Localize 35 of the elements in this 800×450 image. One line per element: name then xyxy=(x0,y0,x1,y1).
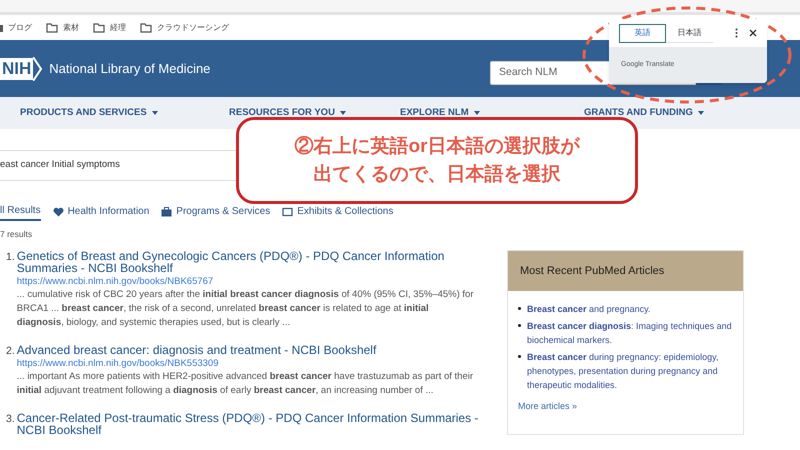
result-title-link[interactable]: Genetics of Breast and Gynecologic Cancers (PDQ®) - PDQ Cancer Information Summaries - NCBI Bookshelf xyxy=(16,250,480,274)
result-snippet: ... important As more patients with HER2-positive advanced breast cancer have trastuzumab as part of their initial adjuvant treatment following a diagnosis of early breast cancer, an increasing number of ... xyxy=(16,370,474,398)
filter-tab[interactable]: ll Results xyxy=(0,202,41,221)
more-articles-link[interactable]: More articles » xyxy=(518,400,578,414)
nav-menu[interactable]: EXPLORE NLM xyxy=(400,106,584,120)
bookmark-label[interactable]: ブログ xyxy=(8,22,32,34)
site-title: National Library of Medicine xyxy=(49,60,210,78)
nav-menu[interactable]: PRODUCTS AND SERVICES xyxy=(20,106,229,120)
list-number: 1. xyxy=(6,250,15,265)
bookmark-label[interactable]: 経理 xyxy=(110,22,126,34)
filter-tab[interactable]: Health Information xyxy=(52,202,150,221)
result-url-link[interactable]: https://www.ncbi.nlm.nih.gov/books/NBK553309 xyxy=(16,356,480,370)
nav-menu[interactable]: GRANTS AND FUNDING xyxy=(584,106,744,120)
result-snippet: ... cumulative risk of CBC 20 years after the initial breast cancer diagnosis of 40% (95% CI, 35%–45%) for BRCA1 ... breast cancer, the risk of a second, unrelated breast cancer is related to age at initial diagnosis, biology, and systemic therapies used, but is clearly ... xyxy=(16,288,474,330)
result-count: 7 results xyxy=(0,228,34,241)
result-url-link[interactable]: https://www.ncbi.nlm.nih.gov/books/NBK65767 xyxy=(16,274,480,288)
list-number: 2. xyxy=(6,344,15,359)
list-number: 3. xyxy=(6,412,15,427)
bookmark-label[interactable]: 素材 xyxy=(63,22,79,34)
result-title-link[interactable]: Advanced breast cancer: diagnosis and treatment - NCBI Bookshelf xyxy=(16,344,480,356)
article-link[interactable]: Breast cancer and pregnancy. xyxy=(527,302,650,316)
article-link[interactable]: Breast cancer diagnosis: Imaging techniques and biochemical markers. xyxy=(527,318,735,347)
article-link[interactable]: Breast cancer during pregnancy: epidemiology, phenotypes, presentation during pregnancy and therapeutic modalities. xyxy=(527,350,735,392)
language-tab[interactable]: 日本語 xyxy=(666,24,713,42)
panel-title: Most Recent PubMed Articles xyxy=(520,264,664,278)
callout-text: ②右上に英語or日本語の選択肢が xyxy=(294,134,580,158)
callout-text: 出てくるので、日本語を選択 xyxy=(314,162,560,186)
nav-menu[interactable]: RESOURCES FOR YOU xyxy=(229,106,400,120)
bookmark-label[interactable]: クラウドソーシング xyxy=(157,22,229,34)
result-title-link[interactable]: Cancer-Related Post-traumatic Stress (PDQ®) - PDQ Cancer Information Summaries - NCBI Bookshelf xyxy=(16,412,480,436)
filter-tab[interactable]: Exhibits & Collections xyxy=(282,202,394,221)
search-query[interactable]: east cancer Initial symptoms xyxy=(0,158,120,173)
filter-tab[interactable]: Programs & Services xyxy=(161,202,270,221)
nih-logo[interactable]: NIH xyxy=(0,58,34,80)
language-tab[interactable]: 英語 xyxy=(619,24,666,42)
